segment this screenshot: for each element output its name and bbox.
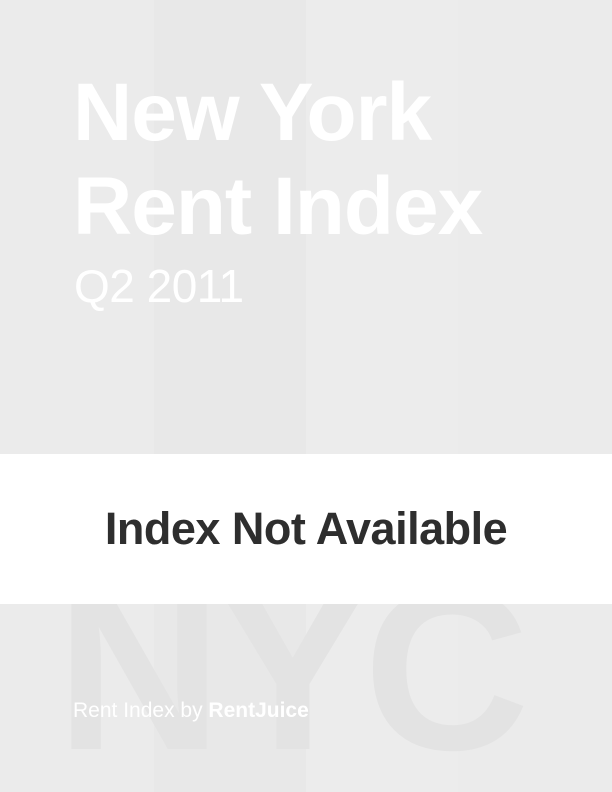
report-title-line-2: Rent Index	[73, 161, 483, 252]
report-cover: NYC New York Rent Index Q2 2011 Index No…	[0, 0, 612, 792]
report-title-line-1: New York	[73, 67, 432, 158]
report-title: New York Rent Index	[73, 66, 483, 254]
notice-banner: Index Not Available	[0, 454, 612, 604]
brand-name: RentJuice	[208, 699, 309, 722]
report-period: Q2 2011	[74, 260, 244, 312]
footer-prefix: Rent Index by	[73, 699, 209, 722]
footer-credit: Rent Index by RentJuice	[73, 698, 309, 724]
notice-text: Index Not Available	[104, 503, 508, 554]
